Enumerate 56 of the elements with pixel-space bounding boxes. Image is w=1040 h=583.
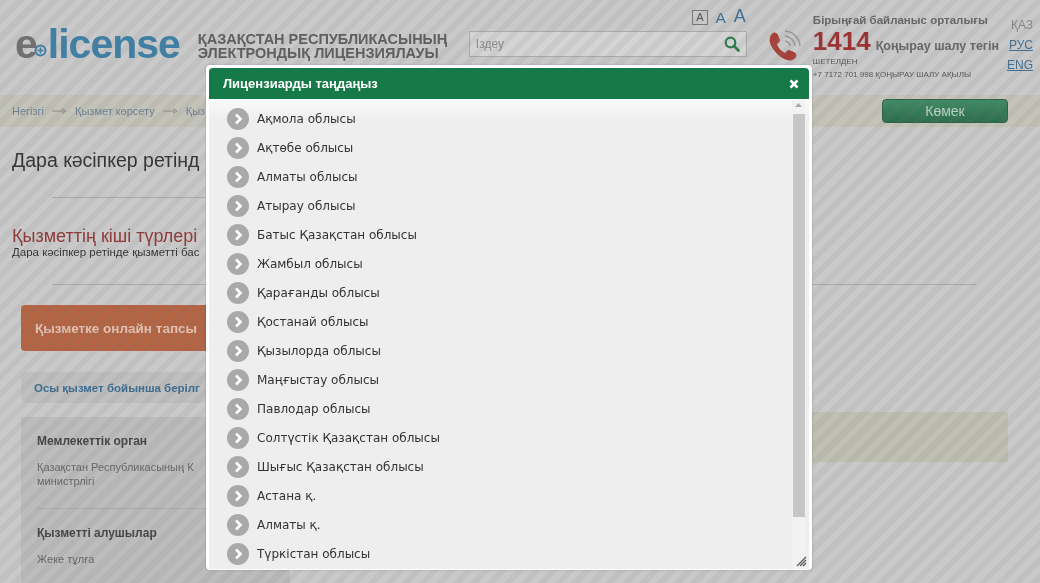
- scrollbar[interactable]: [792, 100, 805, 569]
- region-item[interactable]: Алматы облысы: [227, 162, 809, 191]
- region-item[interactable]: Жамбыл облысы: [227, 249, 809, 278]
- info-label: Қызметті алушылар: [37, 526, 157, 540]
- site-title: ҚАЗАҚСТАН РЕСПУБЛИКАСЫНЫҢ ЭЛЕКТРОНДЫҚ ЛИЦЕНЗИЯЛАУЫ: [197, 32, 448, 60]
- info-value: Жеке тұлға: [37, 552, 95, 566]
- dialog-title: Лицензиарды таңдаңыз: [223, 76, 378, 91]
- section-title: Қызметтің кіші түрлері: [12, 226, 198, 246]
- scroll-up-icon[interactable]: [795, 103, 802, 107]
- region-item[interactable]: Шығыс Қазақстан облысы: [227, 452, 809, 481]
- chevron-icon: [227, 484, 249, 507]
- chevron-icon: [227, 136, 249, 159]
- region-item[interactable]: Атырау облысы: [227, 191, 809, 220]
- region-item[interactable]: Қостанай облысы: [227, 307, 809, 336]
- resize-grip-icon[interactable]: [796, 556, 807, 567]
- chevron-icon: [227, 107, 249, 130]
- region-item[interactable]: Павлодар облысы: [227, 394, 809, 423]
- chevron-icon: [227, 426, 249, 449]
- chevron-icon: [227, 397, 249, 420]
- phone-number: 1414: [812, 27, 871, 55]
- region-item[interactable]: Батыс Қазақстан облысы: [227, 220, 809, 249]
- region-item[interactable]: Маңғыстау облысы: [227, 365, 809, 394]
- region-item[interactable]: Солтүстік Қазақстан облысы: [227, 423, 809, 452]
- chevron-icon: [227, 513, 249, 536]
- chevron-icon: [227, 281, 249, 304]
- abroad-phone: +7 7172 701 998 ҚОҢЫРАУ ШАЛУ АҚЫЛЫ: [812, 69, 972, 81]
- region-item[interactable]: Ақтөбе облысы: [227, 133, 809, 162]
- font-size-button[interactable]: A: [692, 10, 708, 25]
- close-icon[interactable]: [789, 78, 799, 89]
- arrow-icon: [52, 108, 68, 114]
- chevron-icon: [227, 368, 249, 391]
- chevron-icon: [227, 542, 249, 565]
- chevron-icon: [227, 194, 249, 217]
- chevron-icon: [227, 165, 249, 188]
- region-item[interactable]: Астана қ.: [227, 481, 809, 510]
- page-title: Дара кәсіпкер ретінд: [12, 149, 200, 172]
- chevron-icon: [227, 339, 249, 362]
- chevron-icon: [227, 252, 249, 275]
- contact-title: Бірыңғай байланыс орталығы: [812, 14, 989, 26]
- chevron-icon: [227, 310, 249, 333]
- search-field[interactable]: Іздеу: [468, 31, 747, 57]
- section-description: Дара кәсіпкер ретінде қызметті бас: [12, 246, 200, 258]
- call-note: Қоңырау шалу тегін: [875, 39, 1000, 53]
- region-item[interactable]: Қызылорда облысы: [227, 336, 809, 365]
- chevron-icon: [227, 455, 249, 478]
- region-item[interactable]: Алматы қ.: [227, 510, 809, 539]
- search-icon[interactable]: [723, 36, 740, 52]
- region-item[interactable]: Ақмола облысы: [227, 104, 809, 133]
- region-item[interactable]: Қарағанды облысы: [227, 278, 809, 307]
- region-item[interactable]: Түркістан облысы: [227, 539, 809, 568]
- info-label: Мемлекеттік орган: [37, 434, 148, 448]
- logo: e license: [15, 22, 180, 66]
- abroad-label: ШЕТЕЛДЕН: [812, 56, 859, 68]
- arrow-icon: [162, 108, 178, 114]
- chevron-icon: [227, 223, 249, 246]
- info-value: Қазақстан Республикасының К министрлігі: [37, 460, 194, 488]
